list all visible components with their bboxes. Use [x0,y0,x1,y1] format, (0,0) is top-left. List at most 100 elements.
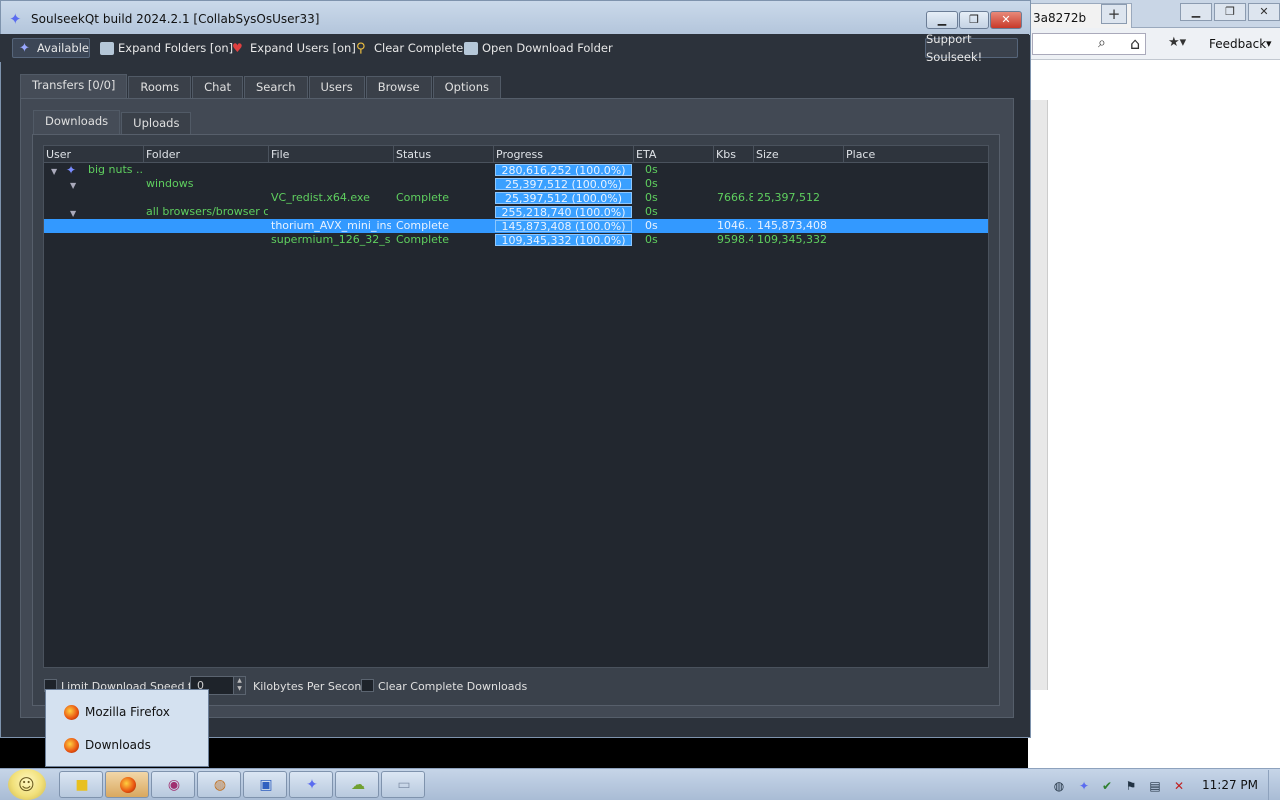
table-header: User Folder File Status Progress ETA Kbs… [44,146,988,163]
progress-bar: 255,218,740 (100.0%) [495,206,632,219]
start-button[interactable]: ☺ [8,769,46,800]
tab-options[interactable]: Options [432,76,501,98]
downloads-table[interactable]: User Folder File Status Progress ETA Kbs… [43,145,989,668]
cell-eta: 0s [645,233,658,246]
table-row[interactable]: ▼ all browsers/browser c... 255,218,740 … [44,205,988,219]
column-header-user[interactable]: User [44,146,144,163]
soulseek-bird-icon: ✦ [9,10,22,28]
soulseek-tray-icon[interactable]: ✦ [1077,779,1091,793]
clear-complete-downloads-label: Clear Complete Downloads [378,680,528,693]
sub-tabs: Downloads Uploads [33,110,192,134]
taskbar-item-soulseek[interactable]: ✦ [289,771,333,798]
cell-kbs: 1046... [717,219,753,232]
cell-status: Complete [396,219,450,232]
tab-chat[interactable]: Chat [192,76,243,98]
firefox-icon [64,737,79,753]
open-folder-label: Open Download Folder [482,41,613,55]
taskbar-item-app5[interactable]: ▣ [243,771,287,798]
folder-icon: ■ [75,777,89,793]
show-desktop-button[interactable] [1268,770,1280,800]
cell-status: Complete [396,233,450,246]
tab-downloads[interactable]: Downloads [33,110,121,134]
tab-users[interactable]: Users [308,76,365,98]
taskbar-clock[interactable]: 11:27 PM [1202,778,1258,792]
cell-file: VC_redist.x64.exe [271,191,370,204]
app-icon: ◉ [167,777,181,793]
folder-icon [464,41,478,55]
network-icon[interactable]: ▤ [1148,779,1162,793]
available-label: Available [36,41,89,55]
table-row[interactable]: VC_redist.x64.exe Complete 25,397,512 (1… [44,191,988,205]
maximize-button[interactable]: ❐ [959,11,989,29]
tab-rooms[interactable]: Rooms [128,76,192,98]
clear-complete-checkbox[interactable] [361,679,374,692]
volume-muted-icon[interactable]: ✕ [1172,779,1186,793]
bird-icon: ✦ [66,163,77,177]
browser-close-button[interactable]: ✕ [1248,3,1280,21]
table-row[interactable]: supermium_126_32_s... Complete 109,345,3… [44,233,988,247]
tab-search[interactable]: Search [244,76,308,98]
tab-transfers[interactable]: Transfers [0/0] [20,74,128,98]
taskbar-item-app7[interactable]: ☁ [335,771,379,798]
column-header-eta[interactable]: ETA [634,146,714,163]
new-tab-button[interactable]: + [1101,4,1127,24]
cell-user: big nuts ... [88,163,144,176]
taskbar-item-app3[interactable]: ◉ [151,771,195,798]
progress-bar: 145,873,408 (100.0%) [495,220,632,233]
jumplist-item-firefox[interactable]: Mozilla Firefox [64,702,170,722]
cell-size: 109,345,332 [757,233,827,246]
search-icon[interactable]: ⌕ [1098,35,1106,51]
smiley-icon: ☺ [18,775,35,794]
column-header-place[interactable]: Place [844,146,988,163]
jumplist-item-label: Downloads [85,738,151,752]
minimize-button[interactable]: ▁ [926,11,958,29]
browser-minimize-button[interactable]: ▁ [1180,3,1212,21]
expand-folders-button[interactable]: Expand Folders [on] [100,38,233,58]
table-row-selected[interactable]: thorium_AVX_mini_inst... Complete 145,87… [44,219,988,233]
feedback-button[interactable]: Feedback [1209,37,1266,51]
tab-uploads[interactable]: Uploads [121,112,192,134]
close-button[interactable]: ✕ [990,11,1022,29]
window-title: SoulseekQt build 2024.2.1 [CollabSysOsUs… [31,12,320,26]
home-icon[interactable]: ⌂ [1130,34,1140,53]
users-icon: ♥ [232,40,243,55]
column-header-file[interactable]: File [269,146,394,163]
column-header-size[interactable]: Size [754,146,844,163]
cell-kbs: 7666.8 [717,191,753,204]
network-globe-icon[interactable]: ◍ [1052,779,1066,793]
app-icon: ▭ [397,777,411,793]
cell-size: 145,873,408 [757,219,827,232]
spin-arrows-icon[interactable]: ▲ ▼ [233,677,245,694]
cloud-icon: ☁ [351,777,365,793]
url-bar[interactable] [1032,33,1146,55]
support-soulseek-button[interactable]: Support Soulseek! [925,32,1018,64]
column-header-progress[interactable]: Progress [494,146,634,163]
taskbar-item-explorer[interactable]: ■ [59,771,103,798]
browser-restore-button[interactable]: ❐ [1214,3,1246,21]
chevron-down-icon[interactable]: ▾ [1266,37,1272,50]
progress-bar: 25,397,512 (100.0%) [495,178,632,191]
bookmark-star-icon[interactable]: ★▾ [1168,35,1186,50]
taskbar-item-firefox[interactable] [105,771,149,798]
browser-content [1028,60,1280,768]
column-header-folder[interactable]: Folder [144,146,269,163]
open-download-folder-button[interactable]: Open Download Folder [464,38,613,58]
jumplist-item-downloads[interactable]: Downloads [64,735,151,755]
app-icon: ▣ [259,777,273,793]
taskbar-item-app8[interactable]: ▭ [381,771,425,798]
column-header-status[interactable]: Status [394,146,494,163]
action-center-flag-icon[interactable]: ⚑ [1124,779,1138,793]
cell-eta: 0s [645,219,658,232]
table-row[interactable]: ▼ windows 25,397,512 (100.0%) 0s [44,177,988,191]
clear-complete-button[interactable]: ⚲ Clear Complete [356,38,463,58]
cell-size: 25,397,512 [757,191,820,204]
expand-users-button[interactable]: ♥ Expand Users [on] [232,38,356,58]
available-button[interactable]: ✦ Available [12,38,90,58]
cell-file: thorium_AVX_mini_inst... [271,219,391,232]
taskbar-item-paint[interactable]: ◍ [197,771,241,798]
tab-browse[interactable]: Browse [365,76,432,98]
table-row[interactable]: ▼ ✦ big nuts ... 280,616,252 (100.0%) 0s [44,163,988,177]
background-browser-window: 3a8272b × + ▁ ❐ ✕ ⌕ ⌂ ★▾ Feedback ▾ [1028,0,1280,768]
security-icon[interactable]: ✔ [1100,779,1114,793]
column-header-kbs[interactable]: Kbs [714,146,754,163]
